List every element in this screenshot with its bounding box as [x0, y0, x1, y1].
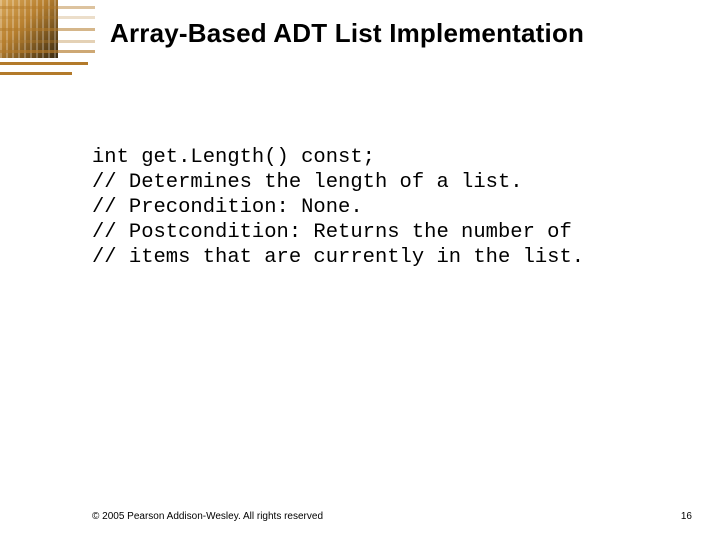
decor-line [0, 40, 95, 43]
slide-title: Array-Based ADT List Implementation [110, 18, 700, 49]
page-number: 16 [681, 511, 692, 522]
decor-line [0, 6, 95, 9]
decor-line [0, 62, 88, 65]
code-line: // Precondition: None. [92, 196, 363, 219]
decor-line [0, 50, 95, 53]
decor-line [0, 28, 95, 31]
decor-line [0, 16, 95, 19]
code-line: // items that are currently in the list. [92, 246, 584, 269]
code-line: // Determines the length of a list. [92, 171, 523, 194]
decor-line [0, 72, 72, 75]
code-line: // Postcondition: Returns the number of [92, 221, 572, 244]
corner-decoration [0, 0, 95, 80]
code-block: int get.Length() const; // Determines th… [92, 145, 690, 270]
copyright-text: © 2005 Pearson Addison-Wesley. All right… [92, 511, 323, 522]
code-line: int get.Length() const; [92, 146, 375, 169]
